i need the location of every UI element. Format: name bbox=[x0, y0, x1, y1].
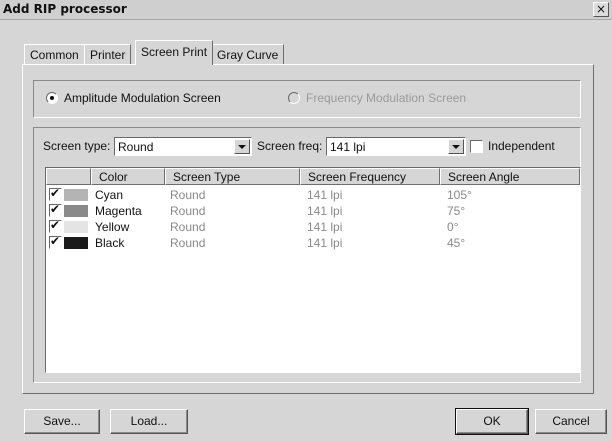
ok-button[interactable]: OK bbox=[455, 408, 529, 435]
chevron-down-icon[interactable] bbox=[448, 139, 464, 154]
amplitude-modulation-radio[interactable]: Amplitude Modulation Screen bbox=[46, 91, 221, 105]
screen-type-select[interactable]: Round bbox=[114, 137, 252, 156]
frequency-modulation-radio: Frequency Modulation Screen bbox=[288, 91, 466, 105]
screen-type-cell: Round bbox=[170, 220, 206, 234]
color-swatch bbox=[64, 205, 88, 217]
check-icon: ✔ bbox=[50, 202, 61, 216]
color-name: Cyan bbox=[95, 188, 124, 202]
color-name: Magenta bbox=[95, 204, 142, 218]
independent-checkbox[interactable] bbox=[470, 140, 483, 153]
close-button[interactable]: × bbox=[593, 2, 609, 17]
save-button[interactable]: Save... bbox=[24, 409, 100, 434]
list-header: Color Screen Type Screen Frequency Scree… bbox=[46, 168, 580, 185]
column-header-screen-frequency[interactable]: Screen Frequency bbox=[300, 168, 440, 185]
table-row[interactable]: ✔ Black Round 141 lpi 45° bbox=[46, 234, 580, 251]
angle-cell: 105° bbox=[447, 188, 472, 202]
frequency-cell: 141 lpi bbox=[307, 220, 343, 234]
frequency-cell: 141 lpi bbox=[307, 188, 343, 202]
window-title: Add RIP processor bbox=[3, 2, 127, 16]
amplitude-modulation-label: Amplitude Modulation Screen bbox=[64, 91, 221, 105]
angle-cell: 0° bbox=[447, 220, 459, 234]
frequency-modulation-label: Frequency Modulation Screen bbox=[306, 91, 467, 105]
screen-type-value: Round bbox=[118, 140, 154, 154]
modulation-group: Amplitude Modulation Screen Frequency Mo… bbox=[33, 80, 581, 118]
radio-unselected-icon bbox=[288, 92, 300, 104]
check-icon: ✔ bbox=[50, 234, 61, 248]
frequency-cell: 141 lpi bbox=[307, 204, 343, 218]
angle-cell: 75° bbox=[447, 204, 466, 218]
tab-screen-print[interactable]: Screen Print bbox=[135, 40, 214, 65]
cancel-button[interactable]: Cancel bbox=[535, 409, 607, 434]
tab-gray-curve[interactable]: Gray Curve bbox=[211, 44, 285, 65]
frequency-cell: 141 lpi bbox=[307, 236, 343, 250]
table-row[interactable]: ✔ Magenta Round 141 lpi 75° bbox=[46, 202, 580, 219]
table-row[interactable]: ✔ Cyan Round 141 lpi 105° bbox=[46, 186, 580, 203]
check-icon: ✔ bbox=[50, 218, 61, 232]
chevron-down-icon[interactable] bbox=[234, 139, 250, 154]
close-icon: × bbox=[595, 2, 607, 16]
screen-type-cell: Round bbox=[170, 188, 206, 202]
column-header-screen-type[interactable]: Screen Type bbox=[165, 168, 300, 185]
row-checkbox[interactable]: ✔ bbox=[49, 186, 62, 201]
check-icon: ✔ bbox=[50, 186, 61, 200]
row-checkbox[interactable]: ✔ bbox=[49, 234, 62, 249]
color-name: Yellow bbox=[95, 220, 130, 234]
radio-selected-icon bbox=[46, 92, 58, 104]
table-row[interactable]: ✔ Yellow Round 141 lpi 0° bbox=[46, 218, 580, 235]
screen-freq-value: 141 lpi bbox=[330, 140, 366, 154]
color-screen-list[interactable]: Color Screen Type Screen Frequency Scree… bbox=[45, 167, 581, 373]
angle-cell: 45° bbox=[447, 236, 466, 250]
screen-type-label: Screen type: bbox=[43, 139, 111, 153]
screen-type-cell: Round bbox=[170, 236, 206, 250]
tab-common[interactable]: Common bbox=[24, 44, 85, 65]
column-header-screen-angle[interactable]: Screen Angle bbox=[440, 168, 580, 185]
load-button[interactable]: Load... bbox=[110, 409, 188, 434]
independent-label: Independent bbox=[488, 139, 555, 153]
row-checkbox[interactable]: ✔ bbox=[49, 202, 62, 217]
color-swatch bbox=[64, 237, 88, 249]
color-name: Black bbox=[95, 236, 125, 250]
column-header-color[interactable]: Color bbox=[91, 168, 165, 185]
screen-freq-label: Screen freq: bbox=[257, 139, 323, 153]
color-swatch bbox=[64, 221, 88, 233]
tab-printer[interactable]: Printer bbox=[84, 44, 132, 65]
row-checkbox[interactable]: ✔ bbox=[49, 218, 62, 233]
screen-freq-select[interactable]: 141 lpi bbox=[326, 137, 466, 156]
column-header-check[interactable] bbox=[46, 168, 91, 185]
title-bar: Add RIP processor × bbox=[0, 0, 612, 20]
color-swatch bbox=[64, 189, 88, 201]
screen-type-cell: Round bbox=[170, 204, 206, 218]
